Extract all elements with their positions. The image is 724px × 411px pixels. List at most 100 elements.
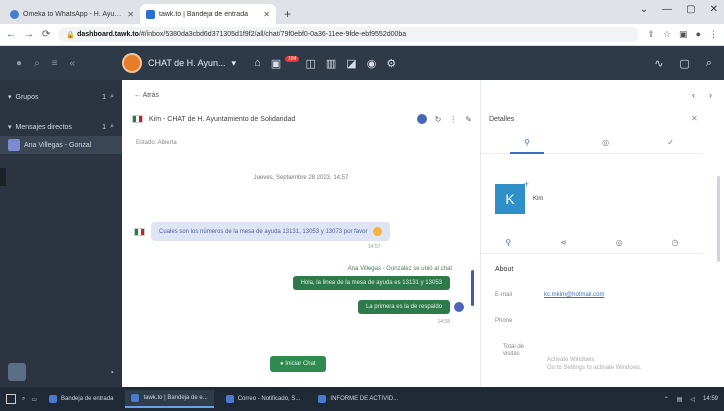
- taskbar-item[interactable]: Correo - Notificado, S...: [220, 390, 307, 408]
- sidebar-direct-messages[interactable]: ▾ Mensajes directos 1 ⌕: [0, 118, 122, 136]
- chevron-down-icon[interactable]: ⌄: [640, 4, 648, 15]
- star-icon[interactable]: ☆: [663, 29, 671, 40]
- windows-start-icon[interactable]: [6, 394, 16, 404]
- chat-title: Kim - CHAT de H. Ayuntamiento de Solidar…: [149, 115, 296, 123]
- email-value[interactable]: kc.mkim@hotmail.com: [544, 292, 604, 298]
- chat-icon[interactable]: ▢: [679, 57, 689, 70]
- menu-icon[interactable]: ≡: [52, 58, 58, 69]
- maximize-icon[interactable]: ▢: [686, 4, 695, 15]
- inbox-badge: 184: [285, 55, 300, 62]
- collapse-icon[interactable]: «: [70, 58, 76, 69]
- sidebar-groups[interactable]: ▾ Grupos 1 ⌕: [0, 88, 122, 106]
- history-icon[interactable]: ◷: [672, 238, 679, 247]
- arrow-left-icon: ←: [134, 92, 143, 99]
- phone-label: Phone: [495, 318, 513, 324]
- sidebar-item-contact[interactable]: Ana Villegas - Gonzal: [0, 136, 122, 154]
- home-icon[interactable]: ⌂: [254, 57, 261, 70]
- details-scrollbar[interactable]: [717, 176, 720, 262]
- close-window-icon[interactable]: ✕: [710, 4, 718, 15]
- header-right-icons: ∿ ▢ ⌕: [654, 57, 724, 70]
- inbox-icon[interactable]: ▣ 184: [271, 55, 300, 70]
- minimize-icon[interactable]: —: [662, 4, 672, 15]
- tab-visitor[interactable]: ⚲: [510, 138, 544, 154]
- share-icon[interactable]: ⇪: [647, 29, 655, 40]
- url-domain: dashboard.tawk.to: [77, 31, 139, 38]
- close-tab-icon[interactable]: ✕: [263, 10, 270, 19]
- chevron-right-icon[interactable]: ›: [709, 90, 712, 100]
- forward-arrow-icon[interactable]: →: [24, 29, 34, 40]
- taskbar-item-label: tawk.to | Bandeja de e...: [143, 395, 208, 401]
- task-view-icon[interactable]: ▭: [31, 396, 37, 403]
- property-name: CHAT de H. Ayun...: [148, 58, 226, 68]
- tab-tags[interactable]: ✓: [667, 138, 674, 147]
- addons-icon[interactable]: ◉: [367, 57, 377, 70]
- browser-tab-tawk[interactable]: tawk.to | Bandeja de entrada ✕: [140, 4, 276, 24]
- mexico-flag-icon: [132, 115, 143, 123]
- browser-extensions: ⇪ ☆ ▣ ● ⋮: [647, 29, 718, 40]
- activate-line-2: Go to Settings to activate Windows.: [547, 365, 642, 371]
- email-row: E-mail kc.mkim@hotmail.com: [495, 292, 604, 298]
- chat-status[interactable]: Estado: Abierta: [136, 140, 177, 146]
- taskbar-item[interactable]: tawk.to | Bandeja de e...: [125, 390, 214, 408]
- agent-avatar[interactable]: [8, 363, 26, 381]
- search-icon[interactable]: ⌕: [110, 123, 114, 131]
- share-icon[interactable]: ⋖: [560, 238, 567, 247]
- activity-icon[interactable]: ∿: [654, 57, 663, 70]
- incoming-bubble: Cuales son los números de la mesa de ayu…: [151, 222, 391, 241]
- chevron-up-icon[interactable]: ⌃: [664, 396, 669, 403]
- plus-icon[interactable]: +: [524, 179, 529, 189]
- profile-icon[interactable]: ●: [696, 29, 701, 40]
- lock-icon: 🔒: [66, 31, 78, 39]
- edit-icon[interactable]: ✎: [465, 115, 472, 124]
- sidepanel-icon[interactable]: ▣: [679, 29, 688, 40]
- network-icon[interactable]: ▤: [677, 396, 683, 403]
- url-field[interactable]: 🔒 dashboard.tawk.to /#/inbox/5380da3cbd6…: [58, 27, 640, 42]
- location-icon[interactable]: ◎: [616, 238, 623, 247]
- taskbar-item-label: INFORME DE ACTIVID...: [330, 396, 399, 402]
- reload-icon[interactable]: ⟳: [42, 29, 50, 40]
- taskbar-item-label: Bandeja de entrada: [61, 396, 114, 402]
- clock[interactable]: 14:59: [703, 396, 718, 402]
- refresh-icon[interactable]: ↻: [435, 115, 442, 124]
- settings-icon[interactable]: ⚙: [386, 57, 396, 70]
- search-icon[interactable]: ⌕: [110, 93, 114, 101]
- activate-line-1: Activate Windows: [547, 357, 595, 363]
- chevron-down-icon: ▾: [8, 124, 12, 131]
- reports-icon[interactable]: ◪: [346, 57, 356, 70]
- search-icon[interactable]: ⌕: [34, 58, 40, 69]
- volume-icon[interactable]: ◁: [690, 396, 695, 403]
- monitoring-icon[interactable]: ◫: [305, 57, 315, 70]
- incoming-time: 14:57: [368, 244, 381, 250]
- outlook-icon: [225, 395, 234, 403]
- more-icon[interactable]: ⋮: [449, 115, 457, 124]
- taskbar-item[interactable]: Bandeja de entrada: [43, 390, 119, 408]
- person-icon[interactable]: ⚲: [505, 238, 511, 247]
- property-selector[interactable]: CHAT de H. Ayun... ▾: [122, 53, 236, 73]
- search-icon[interactable]: ⌕: [22, 396, 25, 403]
- date-divider: Jueves, Septiembre 28 2023, 14:57: [253, 175, 349, 181]
- new-tab-icon[interactable]: +: [276, 7, 299, 24]
- close-tab-icon[interactable]: ✕: [127, 10, 134, 19]
- close-icon[interactable]: ✕: [691, 114, 698, 123]
- tab-label: Omeka to WhatsApp - H. Ayun...: [23, 10, 124, 18]
- tab-ticket[interactable]: ◎: [602, 138, 609, 147]
- start-chat-button[interactable]: ● Iniciar Chat: [270, 356, 326, 372]
- browser-tab-whatsapp[interactable]: Omeka to WhatsApp - H. Ayun... ✕: [4, 4, 140, 24]
- details-title: Detalles: [489, 116, 515, 123]
- edge-tab[interactable]: [0, 168, 6, 186]
- taskbar: ⌕ ▭ Bandeja de entrada tawk.to | Bandeja…: [0, 387, 724, 411]
- chat-scrollbar[interactable]: [471, 270, 474, 306]
- taskbar-item[interactable]: INFORME DE ACTIVID...: [312, 390, 404, 408]
- back-arrow-icon[interactable]: ←: [6, 29, 16, 40]
- agent-avatar[interactable]: [416, 114, 427, 124]
- knowledge-icon[interactable]: ▥: [326, 57, 336, 70]
- menu-dots-icon[interactable]: ⋮: [709, 29, 718, 40]
- system-tray: ⌃ ▤ ◁ 14:59: [664, 396, 718, 403]
- search-icon[interactable]: ⌕: [706, 57, 712, 70]
- back-link[interactable]: ← Atrás: [134, 92, 159, 99]
- notifications-icon[interactable]: ◔: [109, 368, 114, 377]
- user-icon[interactable]: ●: [16, 58, 22, 69]
- taskbar-item-label: Correo - Notificado, S...: [237, 396, 301, 402]
- chevron-left-icon[interactable]: ‹: [692, 90, 695, 100]
- avatar-initial: K: [505, 191, 515, 207]
